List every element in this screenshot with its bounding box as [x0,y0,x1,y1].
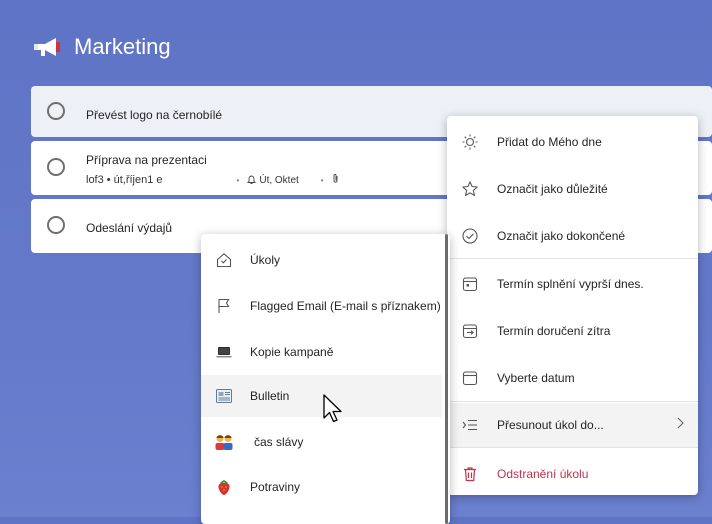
menu-item-pick-date[interactable]: Vyberte datum [447,358,698,398]
people-icon [214,432,234,452]
chevron-right-icon [676,416,684,434]
submenu-item-potraviny[interactable]: Potraviny [201,466,442,508]
submenu-item-bulletin[interactable]: Bulletin [201,375,442,417]
menu-item-due-today[interactable]: Termín splnění vyprší dnes. [447,264,698,304]
task-context-menu: Přidat do Mého dne Označit jako důležité… [447,116,698,495]
laptop-icon [214,342,234,362]
menu-item-add-my-day[interactable]: Přidat do Mého dne [447,122,698,162]
calendar-today-icon [461,275,479,293]
complete-checkbox[interactable] [47,102,65,120]
home-icon [214,250,234,270]
star-icon [461,180,479,198]
submenu-item-flagged-email[interactable]: Flagged Email (E-mail s příznakem) [201,285,442,327]
task-reminder: Út, Oktet [247,174,299,186]
sun-icon [461,133,479,151]
list-header: Marketing [32,30,171,64]
trash-icon [461,465,479,483]
submenu-scrollbar[interactable] [445,234,448,524]
menu-item-due-tomorrow[interactable]: Termín doručení zítra [447,311,698,351]
task-title[interactable]: Převést logo na černobílé [86,108,222,122]
menu-item-move-task[interactable]: Přesunout úkol do... [447,403,698,447]
task-title[interactable]: Příprava na prezentaci [86,153,207,167]
menu-item-mark-important[interactable]: Označit jako důležité [447,169,698,209]
check-circle-icon [461,227,479,245]
menu-divider [447,258,698,259]
mouse-cursor-icon [323,394,343,429]
task-list-name: lof3 [86,174,104,186]
menu-item-mark-complete[interactable]: Označit jako dokončené [447,216,698,256]
reminder-text: Út, Oktet [259,174,299,186]
task-title[interactable]: Odeslání výdajů [86,221,172,235]
menu-divider [447,401,698,402]
bell-icon [247,175,257,184]
paperclip-icon [332,173,339,187]
move-list-icon [461,416,479,434]
calendar-icon [461,369,479,387]
move-to-list-submenu: Úkoly Flagged Email (E-mail s příznakem)… [201,234,450,524]
menu-divider [447,447,698,448]
megaphone-icon [32,36,62,58]
submenu-item-ukoly[interactable]: Úkoly [201,239,442,281]
complete-checkbox[interactable] [47,158,65,176]
list-title: Marketing [74,34,171,59]
strawberry-icon [214,477,234,497]
submenu-item-kopie-kampane[interactable]: Kopie kampaně [201,331,442,373]
newspaper-icon [214,386,234,406]
complete-checkbox[interactable] [47,216,65,234]
flag-icon [214,296,234,316]
menu-item-delete-task[interactable]: Odstranění úkolu [447,454,698,494]
task-due-date: út,říjen1 e [113,174,163,186]
task-meta: lof3 • út,říjen1 e • Út, Oktet • [86,173,339,187]
calendar-arrow-icon [461,322,479,340]
submenu-item-cas-slavy[interactable]: čas slávy [201,421,442,463]
